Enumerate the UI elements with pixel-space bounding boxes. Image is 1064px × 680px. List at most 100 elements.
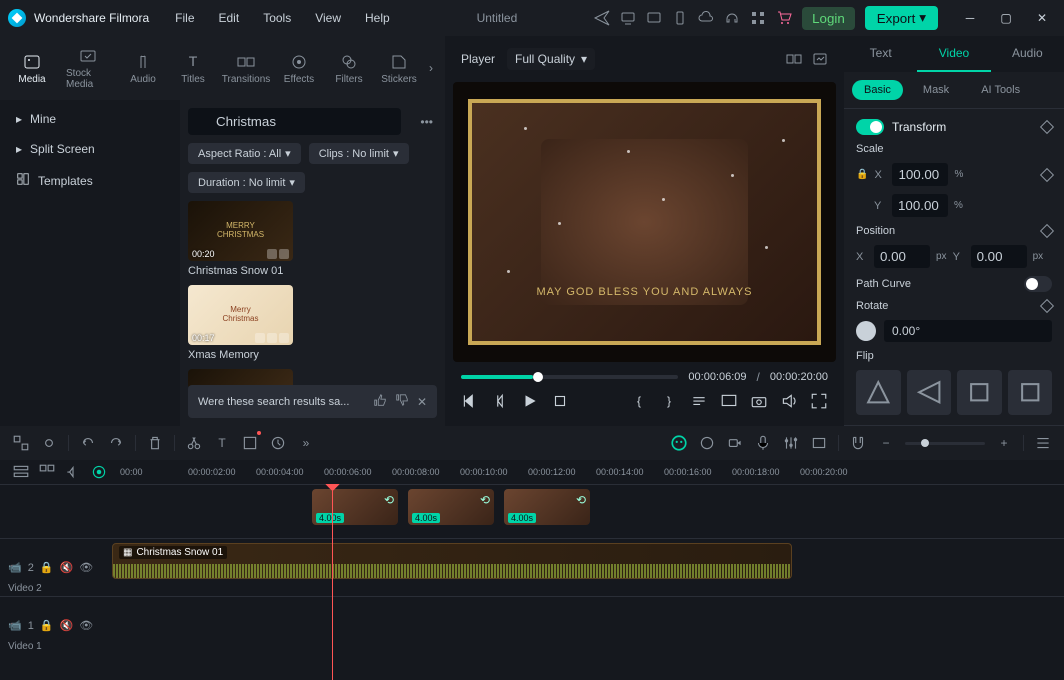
lock-icon[interactable]: 🔒 bbox=[40, 619, 54, 632]
video-track-icon[interactable]: 📹 bbox=[8, 619, 22, 632]
tl-zoom-in-icon[interactable]: + bbox=[995, 434, 1013, 452]
tl-speed-icon[interactable] bbox=[269, 434, 287, 452]
tl-track-manager-icon[interactable] bbox=[12, 463, 30, 481]
template-item[interactable]: Merry Christmas 00:17 Xmas Memory bbox=[188, 285, 437, 361]
tab-audio[interactable]: Audio bbox=[119, 48, 167, 89]
track-video2-body[interactable]: ▦Christmas Snow 01 bbox=[112, 539, 1064, 596]
sidebar-item-mine[interactable]: ▸Mine bbox=[0, 104, 180, 134]
search-input[interactable] bbox=[188, 108, 401, 135]
tl-audio-track-icon[interactable] bbox=[64, 463, 82, 481]
tl-tracks-icon[interactable] bbox=[38, 463, 56, 481]
tl-zoom-out-icon[interactable]: − bbox=[877, 434, 895, 452]
tab-titles[interactable]: TTitles bbox=[169, 48, 217, 89]
apps-icon[interactable] bbox=[750, 10, 766, 26]
quality-select[interactable]: Full Quality ▾ bbox=[507, 48, 595, 70]
prev-frame-icon[interactable] bbox=[461, 392, 479, 410]
menu-edit[interactable]: Edit bbox=[209, 7, 250, 29]
tl-zoom-slider[interactable] bbox=[905, 442, 985, 445]
template-item[interactable]: MERRY CHRISTMAS 00:20 Christmas Snow 01 bbox=[188, 201, 437, 277]
flip-vertical-button[interactable] bbox=[907, 370, 952, 415]
progress-bar[interactable] bbox=[461, 375, 678, 379]
play-icon[interactable] bbox=[521, 392, 539, 410]
track-video1-body[interactable] bbox=[112, 597, 1064, 654]
login-button[interactable]: Login bbox=[802, 7, 855, 30]
tl-auto-icon[interactable] bbox=[90, 463, 108, 481]
timeline-ruler[interactable]: 00:00 00:00:02:00 00:00:04:00 00:00:06:0… bbox=[0, 460, 1064, 484]
keyframe-rotate-icon[interactable] bbox=[1040, 299, 1054, 313]
timeline-clip[interactable]: 4.00s⟲ bbox=[312, 489, 398, 525]
timeline-template-clip[interactable]: ▦Christmas Snow 01 bbox=[112, 543, 792, 579]
props-tab-audio[interactable]: Audio bbox=[991, 36, 1064, 72]
thumbs-up-icon[interactable] bbox=[373, 393, 387, 410]
menu-help[interactable]: Help bbox=[355, 7, 400, 29]
sidebar-item-templates[interactable]: Templates bbox=[0, 164, 180, 197]
props-tab-text[interactable]: Text bbox=[844, 36, 917, 72]
rotate-right-button[interactable] bbox=[1008, 370, 1053, 415]
tab-media[interactable]: Media bbox=[8, 48, 56, 89]
close-button[interactable]: ✕ bbox=[1028, 4, 1056, 32]
tl-marker-icon[interactable] bbox=[698, 434, 716, 452]
headphones-icon[interactable] bbox=[724, 10, 740, 26]
close-feedback-icon[interactable]: ✕ bbox=[417, 395, 427, 409]
rotate-left-button[interactable] bbox=[957, 370, 1002, 415]
mobile-icon[interactable] bbox=[672, 10, 688, 26]
keyframe-scale-x-icon[interactable] bbox=[1040, 167, 1054, 181]
tab-filters[interactable]: Filters bbox=[325, 48, 373, 89]
rotate-knob[interactable] bbox=[856, 321, 876, 341]
tl-crop-icon[interactable] bbox=[241, 434, 259, 452]
filter-duration[interactable]: Duration : No limit ▾ bbox=[188, 172, 305, 193]
cloud-icon[interactable] bbox=[698, 10, 714, 26]
tab-transitions[interactable]: Transitions bbox=[219, 48, 273, 89]
progress-thumb[interactable] bbox=[533, 372, 543, 382]
fullscreen-icon[interactable] bbox=[810, 392, 828, 410]
tab-stickers[interactable]: Stickers bbox=[375, 48, 423, 89]
tl-link-icon[interactable] bbox=[40, 434, 58, 452]
maximize-button[interactable]: ▢ bbox=[992, 4, 1020, 32]
device-icon[interactable] bbox=[620, 10, 636, 26]
pos-y-input[interactable] bbox=[971, 245, 1027, 268]
mute-icon[interactable]: 🔇 bbox=[60, 619, 74, 632]
menu-view[interactable]: View bbox=[305, 7, 351, 29]
volume-icon[interactable] bbox=[780, 392, 798, 410]
filter-clips[interactable]: Clips : No limit ▾ bbox=[309, 143, 409, 164]
mark-out-icon[interactable]: } bbox=[660, 392, 678, 410]
timeline-clip[interactable]: 4.00s⟲ bbox=[504, 489, 590, 525]
tl-split-icon[interactable] bbox=[185, 434, 203, 452]
lock-icon[interactable]: 🔒 bbox=[856, 169, 868, 180]
track-clips-body[interactable]: 4.00s⟲ 4.00s⟲ Close 4.00s⟲ bbox=[112, 485, 1064, 538]
tl-text-icon[interactable]: T bbox=[213, 434, 231, 452]
snapshot-icon[interactable] bbox=[750, 392, 768, 410]
tab-stock-media[interactable]: Stock Media bbox=[58, 42, 117, 94]
flip-horizontal-button[interactable] bbox=[856, 370, 901, 415]
pos-x-input[interactable] bbox=[874, 245, 930, 268]
props-tab-video[interactable]: Video bbox=[917, 36, 990, 72]
tl-magnet-icon[interactable] bbox=[849, 434, 867, 452]
video-track-icon[interactable]: 📹 bbox=[8, 561, 22, 574]
snapshot-output-icon[interactable] bbox=[812, 51, 828, 67]
mute-icon[interactable]: 🔇 bbox=[60, 561, 74, 574]
playhead[interactable] bbox=[332, 484, 333, 680]
rotate-value[interactable]: 0.00° bbox=[884, 320, 1052, 342]
keyframe-transform-icon[interactable] bbox=[1040, 120, 1054, 134]
cart-icon[interactable] bbox=[776, 10, 792, 26]
subtab-mask[interactable]: Mask bbox=[911, 80, 961, 100]
tl-delete-icon[interactable] bbox=[146, 434, 164, 452]
lock-icon[interactable]: 🔒 bbox=[40, 561, 54, 574]
subtab-basic[interactable]: Basic bbox=[852, 80, 903, 100]
send-icon[interactable] bbox=[594, 10, 610, 26]
thumbs-down-icon[interactable] bbox=[395, 393, 409, 410]
tl-mixer-icon[interactable] bbox=[782, 434, 800, 452]
filter-aspect-ratio[interactable]: Aspect Ratio : All ▾ bbox=[188, 143, 301, 164]
export-button[interactable]: Export▾ bbox=[865, 6, 938, 30]
path-curve-toggle[interactable] bbox=[1024, 276, 1052, 292]
scale-x-input[interactable] bbox=[892, 163, 948, 186]
tl-redo-icon[interactable] bbox=[107, 434, 125, 452]
tl-render-icon[interactable] bbox=[810, 434, 828, 452]
scale-y-input[interactable] bbox=[892, 194, 948, 217]
tab-effects[interactable]: Effects bbox=[275, 48, 323, 89]
tl-select-icon[interactable] bbox=[12, 434, 30, 452]
tabs-scroll-right[interactable]: › bbox=[425, 57, 437, 79]
stop-icon[interactable] bbox=[551, 392, 569, 410]
tl-zoom-thumb[interactable] bbox=[921, 439, 929, 447]
video-preview[interactable]: MAY GOD BLESS YOU AND ALWAYS bbox=[453, 82, 836, 362]
